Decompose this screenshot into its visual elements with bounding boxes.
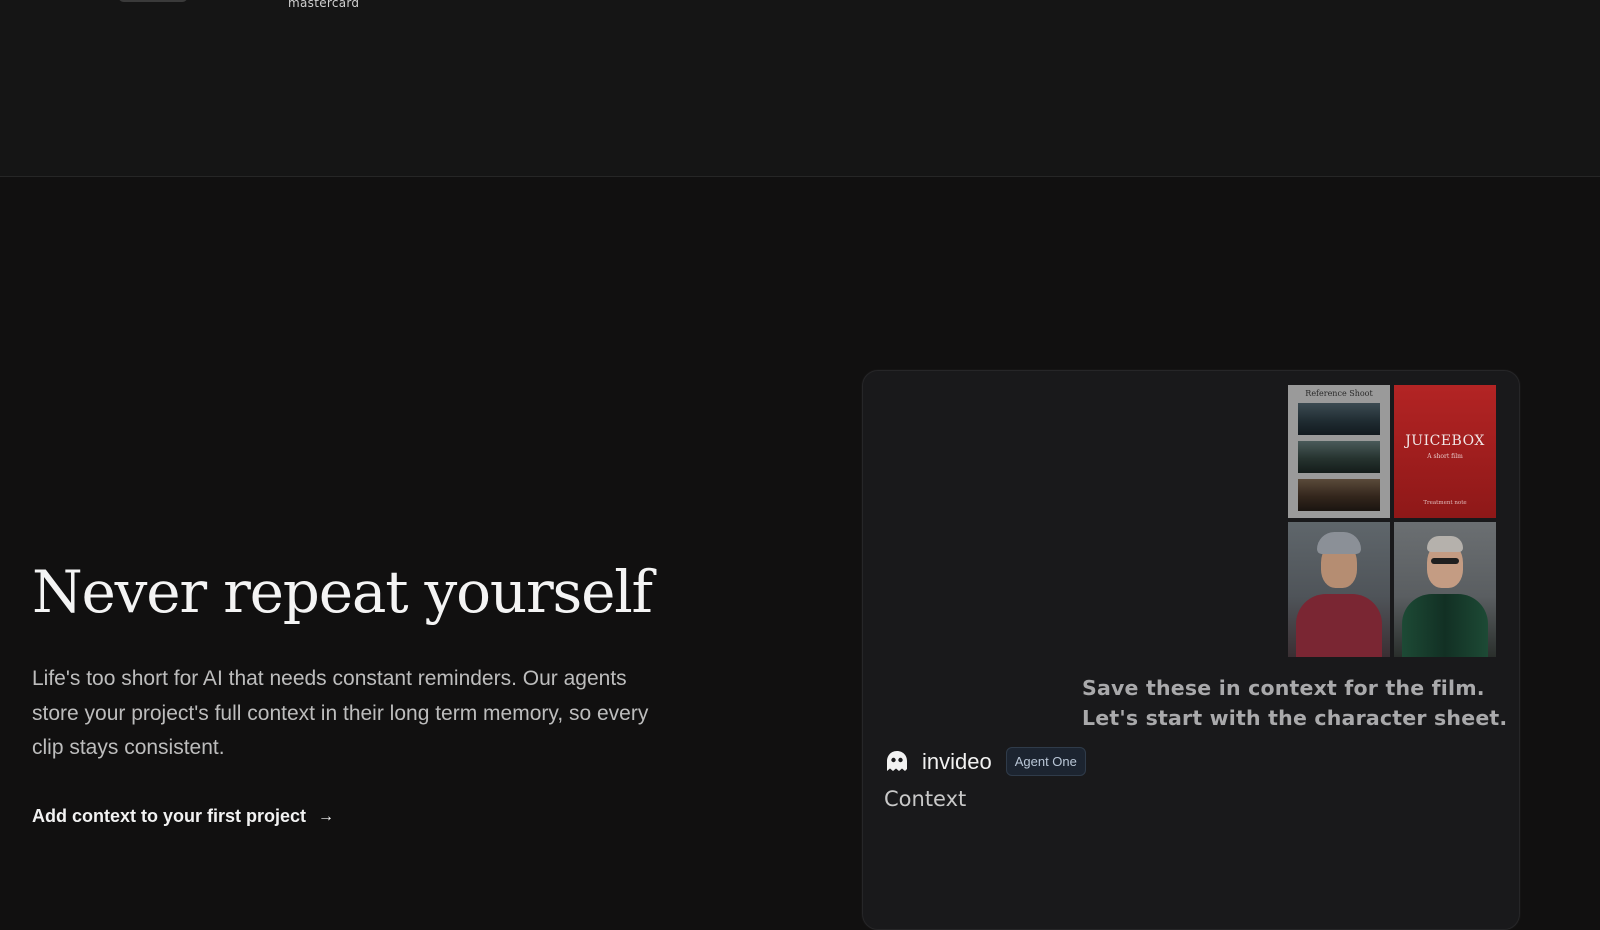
portrait-body — [1402, 594, 1488, 657]
portrait-hair — [1427, 536, 1463, 552]
add-context-link-label: Add context to your first project — [32, 806, 307, 826]
portrait-body — [1296, 594, 1382, 657]
partner-logo-text: mastercard — [288, 0, 360, 10]
character-portrait — [1394, 522, 1496, 657]
agent-badge: Agent One — [1005, 747, 1086, 776]
partner-logo-mark — [118, 0, 188, 2]
poster-title: JUICEBOX — [1405, 433, 1485, 449]
poster-subtitle: A short film — [1427, 453, 1463, 460]
user-message: Save these in context for the film. Let'… — [1082, 676, 1508, 730]
brand-name: invideo — [922, 748, 992, 774]
reference-shoot-thumbnail: Reference Shoot — [1288, 385, 1390, 518]
add-context-link[interactable]: Add context to your first project → — [32, 806, 334, 827]
poster-footer: Treatment note — [1423, 500, 1467, 506]
context-label: Context — [884, 787, 967, 811]
context-thumbnail-grid: Reference Shoot JUICEBOX A short film Tr… — [1288, 385, 1498, 659]
hero-description: Life's too short for AI that needs const… — [32, 667, 649, 759]
arrow-right-icon: → — [318, 807, 335, 825]
portrait-helmet — [1317, 532, 1361, 554]
reference-frame — [1298, 403, 1380, 435]
page-title: Never repeat yourself — [32, 558, 653, 626]
film-poster-thumbnail: JUICEBOX A short film Treatment note — [1394, 385, 1496, 518]
character-portrait — [1288, 522, 1390, 657]
portrait-glasses — [1431, 558, 1459, 564]
reference-frame — [1298, 441, 1380, 473]
top-band: mastercard — [0, 0, 1600, 177]
context-demo-card: Reference Shoot JUICEBOX A short film Tr… — [862, 370, 1520, 930]
reference-frame — [1298, 479, 1380, 511]
reference-shoot-title: Reference Shoot — [1305, 389, 1373, 398]
ghost-icon — [887, 750, 907, 771]
agent-header: invideo Agent One — [884, 747, 1086, 776]
